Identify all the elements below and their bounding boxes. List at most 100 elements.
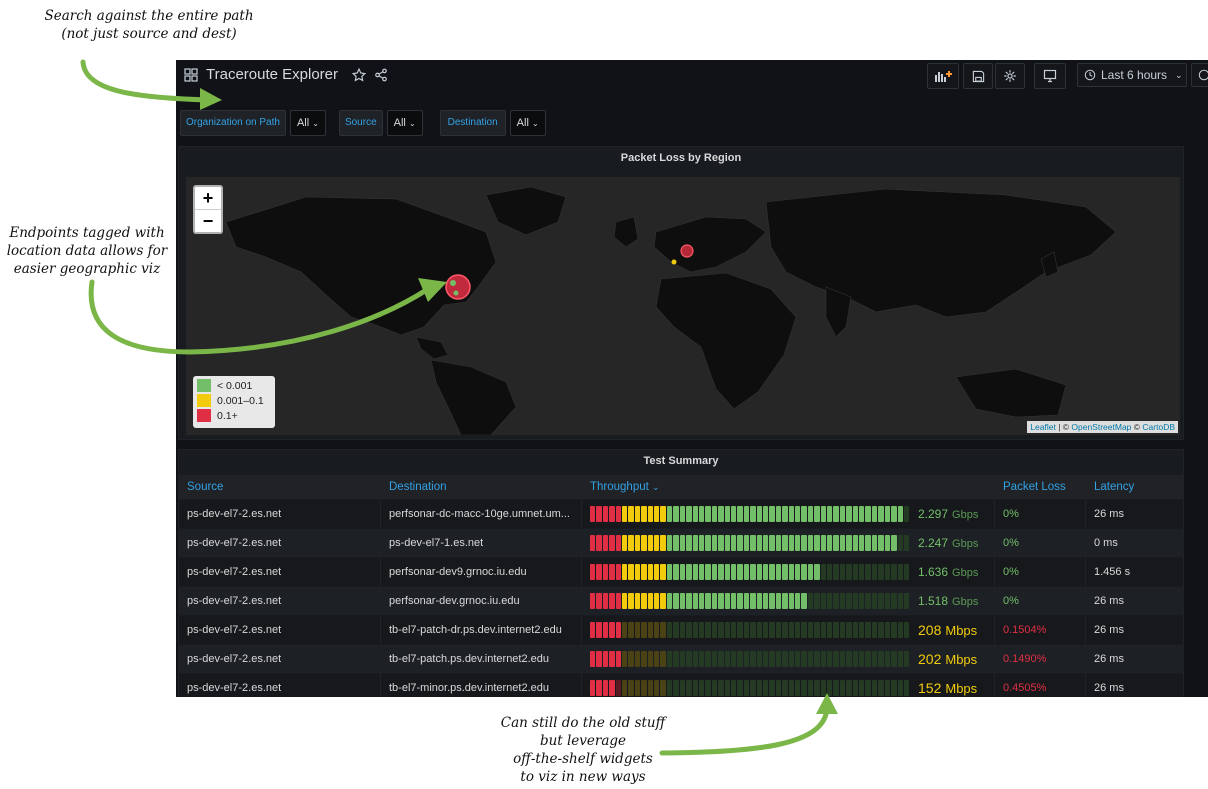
gauge-segment	[628, 593, 634, 609]
throughput-value: 1.636 Gbps	[918, 558, 978, 587]
save-dashboard-button[interactable]	[963, 63, 993, 89]
time-picker[interactable]: Last 6 hours ⌄	[1077, 63, 1187, 87]
legend-item: 0.001–0.1	[197, 393, 271, 408]
throughput-unit: Mbps	[945, 681, 978, 696]
gauge-segment	[718, 564, 724, 580]
gauge-segment	[865, 535, 871, 551]
annotation-line: easier geographic viz	[13, 261, 161, 277]
gauge-segment	[814, 506, 820, 522]
table-row[interactable]: ps-dev-el7-2.es.net tb-el7-minor.ps.dev.i…	[179, 673, 1183, 697]
cartodb-link[interactable]: CartoDB	[1142, 422, 1175, 432]
gauge-segment	[711, 651, 718, 667]
gauge-segment	[615, 564, 622, 580]
gauge-segment	[602, 564, 609, 580]
table-row[interactable]: ps-dev-el7-2.es.net tb-el7-patch.ps.dev.i…	[179, 644, 1183, 673]
apps-grid-icon[interactable]	[184, 67, 198, 82]
gauge-segment	[775, 622, 782, 638]
variables-bar: Organization on Path All ⌄ Source All ⌄ …	[180, 110, 557, 136]
gauge-segment	[820, 535, 827, 551]
test-summary-title[interactable]: Test Summary	[179, 455, 1183, 467]
table-row[interactable]: ps-dev-el7-2.es.net ps-dev-el7-1.es.net 2.…	[179, 528, 1183, 557]
gauge-segment	[852, 564, 859, 580]
map-panel-title[interactable]: Packet Loss by Region	[179, 152, 1183, 164]
gauge-segment	[756, 680, 762, 696]
world-map[interactable]: + − < 0.001 0.001–0.1 0.1+ Leaflet | © O…	[186, 177, 1180, 435]
table-row[interactable]: ps-dev-el7-2.es.net tb-el7-patch-dr.ps.de…	[179, 615, 1183, 644]
gauge-segment	[711, 564, 718, 580]
gauge-segment	[750, 506, 756, 522]
gauge-segment	[596, 680, 602, 696]
gauge-segment	[666, 506, 673, 522]
column-header-source[interactable]: Source	[179, 475, 380, 499]
throughput-number: 2.247	[918, 536, 949, 550]
gauge-segment	[807, 506, 814, 522]
add-panel-button[interactable]	[927, 63, 959, 89]
gauge-segment	[807, 535, 814, 551]
save-icon	[972, 70, 984, 82]
gauge-segment	[891, 564, 897, 580]
gauge-segment	[807, 680, 814, 696]
gauge-segment	[641, 622, 647, 638]
openstreetmap-link[interactable]: OpenStreetMap	[1071, 422, 1131, 432]
gauge-segment	[750, 680, 756, 696]
table-row[interactable]: ps-dev-el7-2.es.net perfsonar-dev9.grnoc.…	[179, 557, 1183, 586]
gauge-segment	[878, 535, 884, 551]
organization-select[interactable]: All ⌄	[289, 110, 326, 136]
gauge-segment	[852, 535, 859, 551]
gauge-segment	[769, 593, 775, 609]
cell-destination: tb-el7-minor.ps.dev.internet2.edu	[380, 674, 581, 697]
gauge-segment	[698, 564, 705, 580]
share-icon[interactable]	[374, 68, 388, 82]
gauge-segment	[711, 506, 718, 522]
column-header-destination[interactable]: Destination	[380, 475, 581, 499]
gauge-segment	[641, 651, 647, 667]
source-select[interactable]: All ⌄	[386, 110, 423, 136]
cell-throughput: 202 Mbps	[581, 645, 994, 673]
gauge-segment	[897, 535, 903, 551]
tv-mode-button[interactable]	[1034, 63, 1066, 89]
table-row[interactable]: ps-dev-el7-2.es.net perfsonar-dc-macc-10g…	[179, 499, 1183, 528]
gauge-segment	[756, 564, 762, 580]
gauge-segment	[609, 535, 615, 551]
gauge-segment	[903, 506, 910, 522]
gauge-segment	[602, 622, 609, 638]
leaflet-link[interactable]: Leaflet	[1030, 422, 1056, 432]
refresh-button[interactable]	[1191, 63, 1208, 87]
zoom-out-button[interactable]: −	[195, 209, 221, 232]
table-row[interactable]: ps-dev-el7-2.es.net perfsonar-dev.grnoc.i…	[179, 586, 1183, 615]
gauge-segment	[865, 593, 871, 609]
column-header-packet-loss[interactable]: Packet Loss	[994, 475, 1085, 499]
settings-button[interactable]	[995, 63, 1025, 89]
throughput-value: 208 Mbps	[918, 616, 977, 646]
cell-throughput: 2.297 Gbps	[581, 500, 994, 528]
legend-swatch-green	[197, 379, 211, 392]
star-icon[interactable]	[352, 67, 366, 82]
destination-select[interactable]: All ⌄	[509, 110, 546, 136]
cell-packet-loss: 0%	[994, 558, 1085, 586]
gauge-segment	[852, 651, 859, 667]
gauge-segment	[666, 564, 673, 580]
gauge-segment	[718, 593, 724, 609]
gauge-segment	[673, 506, 679, 522]
gauge-segment	[660, 535, 666, 551]
gauge-segment	[686, 680, 692, 696]
dashboard-title[interactable]: Traceroute Explorer	[206, 66, 338, 83]
gauge-segment	[615, 622, 622, 638]
gauge-segment	[865, 564, 871, 580]
gauge-segment	[852, 593, 859, 609]
cell-packet-loss: 0%	[994, 500, 1085, 528]
throughput-number: 1.518	[918, 594, 949, 608]
gauge-segment	[660, 593, 666, 609]
gauge-segment	[750, 622, 756, 638]
gauge-segment	[692, 651, 698, 667]
column-header-throughput[interactable]: Throughput ⌄	[581, 475, 994, 499]
cell-throughput: 208 Mbps	[581, 616, 994, 644]
column-header-latency[interactable]: Latency	[1085, 475, 1183, 499]
cell-packet-loss: 0.1504%	[994, 616, 1085, 644]
gauge-segment	[692, 593, 698, 609]
throughput-unit: Gbps	[952, 509, 979, 521]
annotation-line: Search against the entire path	[44, 8, 254, 24]
map-legend: < 0.001 0.001–0.1 0.1+	[193, 376, 275, 428]
zoom-in-button[interactable]: +	[195, 187, 221, 209]
gauge-segment	[782, 593, 788, 609]
